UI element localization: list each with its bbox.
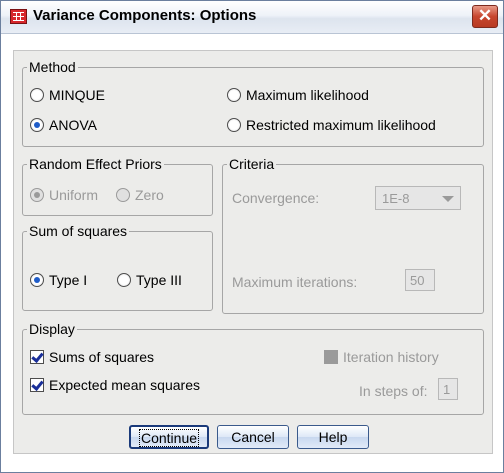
variance-options-dialog: Variance Components: Options ✕ Method MI… <box>0 0 504 473</box>
options-panel: Method MINQUE Maximum likelihood ANOVA R… <box>13 50 493 454</box>
radio-minque-label: MINQUE <box>49 87 105 103</box>
radio-minque[interactable]: MINQUE <box>30 87 105 103</box>
close-button[interactable]: ✕ <box>472 5 498 28</box>
radio-type-i[interactable]: Type I <box>30 272 87 288</box>
radio-ml-button[interactable] <box>227 88 241 102</box>
priors-group: Random Effect Priors <box>22 156 213 216</box>
radio-maximum-likelihood[interactable]: Maximum likelihood <box>227 87 369 103</box>
criteria-group: Criteria <box>222 156 484 314</box>
radio-ml-label: Maximum likelihood <box>246 87 369 103</box>
radio-type-i-label: Type I <box>49 272 88 288</box>
continue-button[interactable]: Continue <box>129 425 209 449</box>
dialog-client-area: Method MINQUE Maximum likelihood ANOVA R… <box>1 34 503 472</box>
max-iterations-field[interactable]: 50 <box>405 269 435 291</box>
iteration-checkbox-box[interactable] <box>324 350 338 364</box>
spss-table-icon <box>10 9 27 24</box>
steps-field[interactable]: 1 <box>438 378 458 400</box>
checkbox-sums-of-squares[interactable]: Sums of squares <box>30 349 154 365</box>
radio-uniform[interactable]: Uniform <box>30 187 98 203</box>
checkbox-expected-mean-squares[interactable]: Expected mean squares <box>30 377 200 393</box>
radio-type-iii-label: Type III <box>136 272 182 288</box>
priors-legend: Random Effect Priors <box>29 156 162 172</box>
radio-minque-button[interactable] <box>30 88 44 102</box>
checkbox-iteration-history[interactable]: Iteration history <box>324 349 439 365</box>
radio-zero-button[interactable] <box>116 188 130 202</box>
radio-uniform-button[interactable] <box>30 188 44 202</box>
convergence-value: 1E-8 <box>382 190 410 206</box>
method-legend: Method <box>29 59 76 75</box>
steps-label: In steps of: <box>359 383 428 399</box>
help-button[interactable]: Help <box>297 425 369 449</box>
expected-checkbox-label: Expected mean squares <box>49 377 200 393</box>
max-iterations-label: Maximum iterations: <box>232 274 358 290</box>
display-legend: Display <box>29 321 75 337</box>
sums-checkbox-label: Sums of squares <box>49 349 155 365</box>
iteration-checkbox-label: Iteration history <box>343 349 439 365</box>
method-group: Method <box>22 59 484 147</box>
radio-type-iii[interactable]: Type III <box>117 272 182 288</box>
cancel-button[interactable]: Cancel <box>217 425 289 449</box>
radio-zero-label: Zero <box>135 187 164 203</box>
radio-type-i-button[interactable] <box>30 273 44 287</box>
radio-anova-label: ANOVA <box>49 117 97 133</box>
chevron-down-icon <box>442 196 454 202</box>
radio-type-iii-button[interactable] <box>117 273 131 287</box>
radio-anova-button[interactable] <box>30 118 44 132</box>
sum-squares-legend: Sum of squares <box>29 223 128 239</box>
continue-label: Continue <box>138 429 200 447</box>
convergence-label: Convergence: <box>232 190 320 206</box>
radio-restricted-ml[interactable]: Restricted maximum likelihood <box>227 117 436 133</box>
radio-anova[interactable]: ANOVA <box>30 117 97 133</box>
expected-checkbox-box[interactable] <box>30 378 44 392</box>
radio-reml-button[interactable] <box>227 118 241 132</box>
criteria-legend: Criteria <box>229 156 275 172</box>
radio-reml-label: Restricted maximum likelihood <box>246 117 436 133</box>
display-group: Display <box>22 321 484 415</box>
title-bar[interactable]: Variance Components: Options ✕ <box>1 1 503 34</box>
window-title: Variance Components: Options <box>33 7 257 24</box>
sums-checkbox-box[interactable] <box>30 350 44 364</box>
radio-uniform-label: Uniform <box>49 187 99 203</box>
radio-zero[interactable]: Zero <box>116 187 164 203</box>
sum-squares-group: Sum of squares <box>22 223 213 311</box>
convergence-select[interactable]: 1E-8 <box>375 186 461 210</box>
